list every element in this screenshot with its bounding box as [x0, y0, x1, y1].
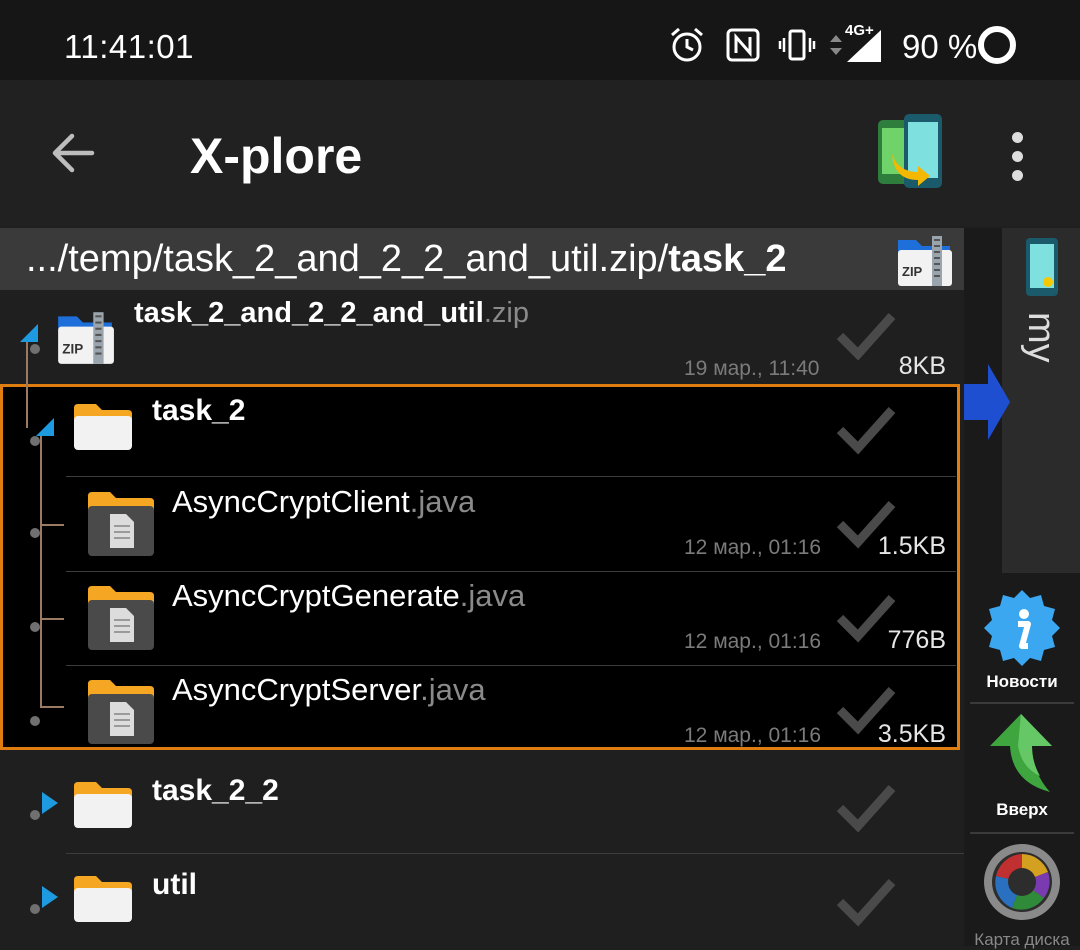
arrow-back-icon[interactable]: [50, 130, 96, 181]
file-name: AsyncCryptClient.java: [172, 484, 476, 519]
folder-name: task_2: [152, 394, 246, 427]
list-item[interactable]: util: [0, 854, 964, 946]
expand-arrow-icon[interactable]: [38, 884, 60, 910]
list-item[interactable]: AsyncCryptGenerate.java 12 мар., 01:16 7…: [0, 572, 964, 664]
tree-dot: [30, 904, 40, 914]
file-date: 19 мар., 11:40: [684, 357, 820, 380]
right-panel: my Новости Вверх Карта диска: [962, 228, 1080, 949]
battery-percent: 90 %: [902, 28, 978, 65]
disk-map-icon: [984, 844, 1060, 920]
zip-label: ZIP: [62, 342, 83, 357]
checkmark-icon[interactable]: [836, 782, 896, 834]
tree-dot: [30, 716, 40, 726]
path-text: .../temp/task_2_and_2_2_and_util.zip/tas…: [26, 238, 787, 281]
file-date: 12 мар., 01:16: [684, 536, 822, 559]
folder-name: task_2_2: [152, 774, 279, 807]
info-badge-icon: [984, 590, 1060, 666]
breadcrumb: .../temp/task_2_and_2_2_and_util.zip/tas…: [0, 228, 964, 290]
checkmark-icon[interactable]: [836, 310, 896, 362]
file-date: 12 мар., 01:16: [684, 724, 822, 747]
collapse-arrow-icon[interactable]: [18, 322, 40, 344]
battery-ring-icon: [976, 24, 1018, 71]
pane-label: my: [1020, 312, 1062, 363]
network-type: 4G+: [845, 22, 874, 39]
file-list: ZIP task_2_and_2_2_and_util.zip 19 мар.,…: [0, 290, 964, 946]
checkmark-icon[interactable]: [836, 876, 896, 928]
tree-dot: [30, 344, 40, 354]
file-name: AsyncCryptServer.java: [172, 672, 486, 707]
list-item[interactable]: ZIP task_2_and_2_2_and_util.zip 19 мар.,…: [0, 290, 964, 384]
checkmark-icon[interactable]: [836, 498, 896, 550]
app-title: X-plore: [190, 128, 363, 184]
folder-icon: [74, 876, 132, 922]
zip-label: ZIP: [902, 264, 923, 279]
file-name: task_2_and_2_2_and_util.zip: [134, 297, 529, 329]
signal-icon: 4G+: [845, 22, 885, 69]
collapse-arrow-icon[interactable]: [34, 416, 56, 438]
path-prefix: .../temp/task_2_and_2_2_and_util.zip/: [26, 238, 669, 280]
tree-dot: [30, 622, 40, 632]
second-pane-tab[interactable]: my: [1002, 228, 1080, 573]
data-arrows-icon: [828, 26, 844, 69]
file-name: AsyncCryptGenerate.java: [172, 578, 526, 613]
status-bar: 11:41:01 4G+ 90 %: [0, 0, 1080, 80]
zip-archive-icon: ZIP: [894, 232, 954, 293]
list-item[interactable]: AsyncCryptServer.java 12 мар., 01:16 3.5…: [0, 666, 964, 750]
up-label: Вверх: [996, 800, 1048, 819]
disk-map-button[interactable]: Карта диска: [964, 840, 1080, 949]
arrow-up-green-icon: [990, 714, 1052, 792]
tree-dot: [30, 528, 40, 538]
java-file-icon: [88, 492, 154, 556]
divider: [970, 832, 1074, 834]
expand-arrow-icon[interactable]: [38, 790, 60, 816]
more-vert-icon[interactable]: [1012, 132, 1023, 189]
tree-dot: [30, 436, 40, 446]
java-file-icon: [88, 586, 154, 650]
file-date: 12 мар., 01:16: [684, 630, 822, 653]
disk-map-label: Карта диска: [974, 930, 1070, 949]
checkmark-icon[interactable]: [836, 404, 896, 456]
file-size: 8KB: [898, 352, 946, 380]
dual-pane-logo-icon[interactable]: [874, 114, 946, 199]
file-size: 776B: [887, 626, 946, 654]
list-item[interactable]: task_2_2: [0, 760, 964, 852]
divider: [66, 476, 956, 477]
checkmark-icon[interactable]: [836, 592, 896, 644]
phone-storage-icon: [1026, 238, 1058, 296]
checkmark-icon[interactable]: [836, 684, 896, 736]
app-bar: X-plore: [0, 80, 1080, 226]
nfc-icon: [724, 26, 762, 69]
java-file-icon: [88, 680, 154, 744]
alarm-icon: [668, 26, 706, 69]
folder-name: util: [152, 868, 197, 901]
status-time: 11:41:01: [64, 28, 195, 65]
news-label: Новости: [986, 672, 1058, 691]
folder-icon: [74, 782, 132, 828]
list-item[interactable]: task_2: [0, 384, 964, 476]
up-button[interactable]: Вверх: [964, 712, 1080, 832]
vibrate-icon: [778, 26, 816, 69]
folder-icon: [74, 404, 132, 450]
path-current: task_2: [668, 238, 787, 280]
zip-archive-icon: ZIP: [58, 312, 114, 364]
news-button[interactable]: Новости: [964, 584, 1080, 704]
copy-direction-arrow-icon[interactable]: [962, 362, 1012, 442]
list-item[interactable]: AsyncCryptClient.java 12 мар., 01:16 1.5…: [0, 478, 964, 570]
tree-dot: [30, 810, 40, 820]
divider: [970, 702, 1074, 704]
